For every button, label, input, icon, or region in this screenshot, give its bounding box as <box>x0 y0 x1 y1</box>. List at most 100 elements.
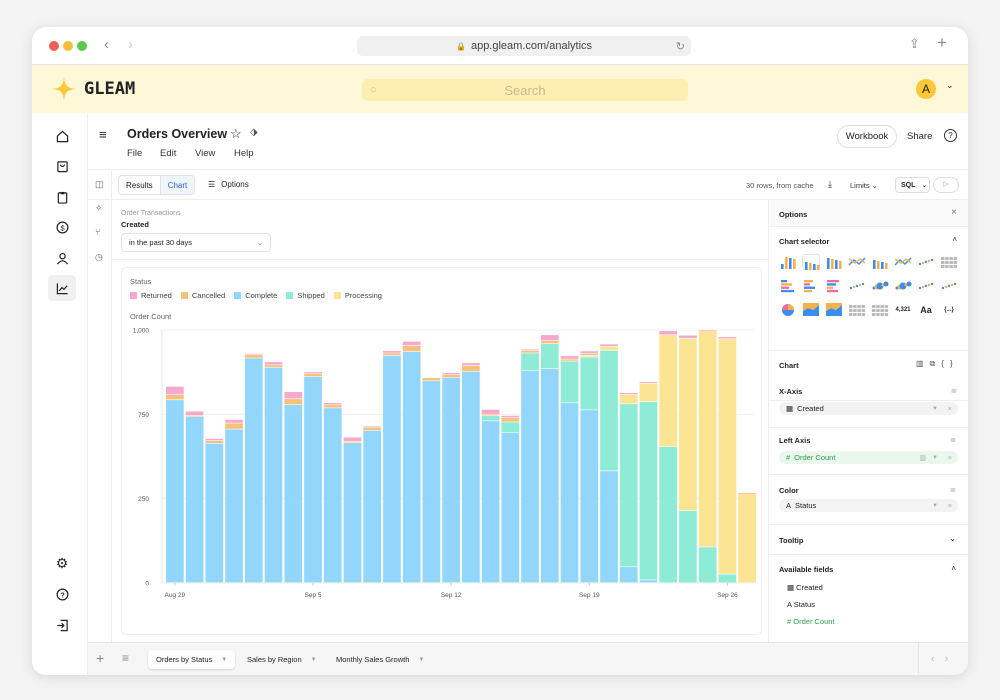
bar-returned-sep-15[interactable] <box>501 415 520 418</box>
settings-sliders-icon[interactable]: ≣ <box>950 435 956 444</box>
sidebar-item-orders[interactable] <box>48 153 76 179</box>
bar-returned-sep-16[interactable] <box>521 349 539 351</box>
bar-processing-sep-27[interactable] <box>738 493 756 583</box>
logo[interactable]: GLEAM <box>52 77 135 101</box>
tab-monthly-sales-growth[interactable]: Monthly Sales Growth ▼ <box>328 650 432 669</box>
field-status[interactable]: A Status <box>787 600 815 609</box>
chart-type-line-icon[interactable] <box>848 254 866 270</box>
chart-type-stacked-area-icon[interactable] <box>825 302 843 318</box>
bar-cancelled-sep-11[interactable] <box>422 378 441 381</box>
avatar[interactable]: A <box>916 79 936 99</box>
sidebar-item-analytics[interactable] <box>48 275 76 301</box>
bar-returned-sep-14[interactable] <box>481 409 500 414</box>
forward-icon[interactable]: › <box>128 36 133 53</box>
bar-cancelled-sep-7[interactable] <box>343 441 362 443</box>
color-field[interactable]: A Status ▼ × <box>779 499 958 512</box>
hamburger-menu-icon[interactable]: ≡ <box>99 127 107 142</box>
add-tab-icon[interactable]: + <box>96 650 104 666</box>
bar-complete-sep-18[interactable] <box>560 403 579 583</box>
bar-complete-sep-11[interactable] <box>422 381 441 583</box>
sidebar-item-billing[interactable]: $ <box>48 214 76 240</box>
sidebar-item-users[interactable] <box>48 245 76 271</box>
bar-complete-sep-13[interactable] <box>462 371 480 583</box>
bar-cancelled-sep-19[interactable] <box>580 353 599 356</box>
bar-returned-sep-25[interactable] <box>698 330 717 331</box>
bar-cancelled-sep-6[interactable] <box>323 405 342 408</box>
tag-icon[interactable]: ⬗ <box>250 127 258 138</box>
bar-complete-sep-8[interactable] <box>363 430 382 583</box>
bar-shipped-sep-26[interactable] <box>718 574 737 583</box>
chart-type-scatter-icon[interactable] <box>848 278 866 294</box>
bar-processing-sep-26[interactable] <box>718 339 737 574</box>
bar-cancelled-sep-3[interactable] <box>264 365 283 368</box>
bar-processing-sep-22[interactable] <box>639 383 658 402</box>
search-input[interactable]: ○ Search <box>362 79 688 101</box>
chart-type-big-number-trend-icon[interactable] <box>894 254 912 270</box>
chevron-down-icon[interactable]: ▼ <box>932 503 938 509</box>
bar-complete-sep-17[interactable] <box>540 368 559 583</box>
bar-returned-sep-22[interactable] <box>639 382 658 384</box>
tab-orders-by-status[interactable]: Orders by Status ▼ <box>148 650 236 669</box>
caret-down-icon[interactable]: ▼ <box>418 657 424 663</box>
list-tabs-icon[interactable]: ≡ <box>122 651 129 665</box>
chart-type-horizontal-bar-icon[interactable] <box>779 278 797 294</box>
bar-shipped-sep-25[interactable] <box>698 547 717 583</box>
bar-shipped-sep-23[interactable] <box>659 446 678 583</box>
bar-processing-sep-23[interactable] <box>659 335 678 447</box>
download-icon[interactable]: ⤓ <box>828 179 832 190</box>
bar-cancelled-aug-29[interactable] <box>166 395 184 400</box>
caret-down-icon[interactable]: ▼ <box>221 657 227 663</box>
bar-complete-sep-7[interactable] <box>343 443 362 583</box>
bar-returned-sep-17[interactable] <box>540 335 559 341</box>
bar-complete-sep-19[interactable] <box>580 410 599 583</box>
sidebar-item-logout[interactable] <box>48 612 76 638</box>
share-icon[interactable]: ⇪ <box>909 36 920 52</box>
url-bar[interactable]: 🔒 app.gleam.com/analytics ↻ <box>357 36 691 56</box>
branch-icon[interactable]: ⑂ <box>95 227 100 237</box>
bar-shipped-sep-19[interactable] <box>580 357 599 410</box>
bar-cancelled-aug-31[interactable] <box>205 440 224 443</box>
chart-type-bar-line-icon[interactable] <box>871 254 889 270</box>
sidebar-item-tasks[interactable] <box>48 184 76 210</box>
remove-icon[interactable]: × <box>948 501 952 510</box>
bar-cancelled-sep-16[interactable] <box>521 350 539 353</box>
settings-sliders-icon[interactable]: ≣ <box>951 386 957 395</box>
bar-cancelled-sep-9[interactable] <box>383 353 401 356</box>
bar-cancelled-sep-18[interactable] <box>560 359 579 361</box>
chart-type-list-icon[interactable] <box>871 302 889 318</box>
bar-complete-sep-5[interactable] <box>304 376 322 583</box>
date-range-dropdown[interactable]: in the past 30 days ⌄ <box>121 233 271 252</box>
bar-returned-sep-13[interactable] <box>462 363 480 366</box>
chart-type-Aa-icon[interactable]: Aa <box>917 302 935 318</box>
tab-results[interactable]: Results <box>119 176 160 194</box>
caret-down-icon[interactable]: ▼ <box>311 657 317 663</box>
workbook-button[interactable]: Workbook <box>837 125 897 148</box>
bar-processing-sep-25[interactable] <box>698 330 717 547</box>
panel-toggle-icon[interactable]: ◫ <box>95 179 104 190</box>
bar-shipped-sep-20[interactable] <box>600 350 618 471</box>
bar-complete-sep-12[interactable] <box>442 377 460 583</box>
bar-complete-aug-31[interactable] <box>205 443 224 583</box>
bar-returned-sep-9[interactable] <box>383 350 401 353</box>
bar-shipped-sep-22[interactable] <box>639 401 658 580</box>
tab-scroll-arrows[interactable]: ‹› <box>918 643 958 675</box>
chart-type-bar-icon[interactable] <box>779 254 797 270</box>
bar-complete-sep-3[interactable] <box>264 367 283 583</box>
chevron-up-icon[interactable]: ˄ <box>952 235 957 244</box>
bar-returned-aug-30[interactable] <box>185 411 204 416</box>
chart-type-table-icon[interactable] <box>940 254 958 270</box>
bar-returned-sep-19[interactable] <box>580 351 599 354</box>
bar-complete-aug-29[interactable] <box>166 400 184 583</box>
bar-cancelled-sep-13[interactable] <box>462 365 480 372</box>
back-icon[interactable]: ‹ <box>104 36 109 53</box>
bar-complete-sep-20[interactable] <box>600 471 618 583</box>
bar-shipped-sep-24[interactable] <box>679 510 697 583</box>
bar-returned-sep-21[interactable] <box>619 392 638 395</box>
bar-cancelled-sep-2[interactable] <box>244 355 263 358</box>
chart-type-box-plot-icon[interactable] <box>848 302 866 318</box>
bar-returned-sep-18[interactable] <box>560 356 579 359</box>
chart-type-heatmap-icon[interactable] <box>940 278 958 294</box>
chart-type-map-region-icon[interactable] <box>917 278 935 294</box>
chart-type-bubble-colored-icon[interactable] <box>894 278 912 294</box>
minimize-window-button[interactable] <box>63 41 73 51</box>
